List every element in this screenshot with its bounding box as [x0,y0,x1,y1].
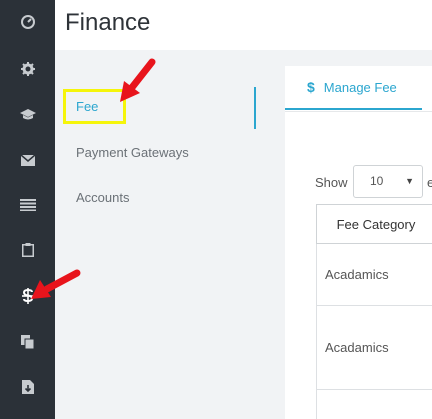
show-entries-label: Show [315,175,348,190]
table-row: Acadamics [316,243,432,306]
chevron-down-icon: ▼ [405,176,414,186]
tab-label: Manage Fee [323,79,397,95]
page-header: Finance [55,0,432,50]
sidebar-rail [0,0,55,419]
submenu-item-accounts[interactable]: Accounts [76,190,129,205]
table-cell: Acadamics [316,243,432,306]
page-title: Finance [65,9,151,36]
tab-manage-fee[interactable]: $ Manage Fee [285,66,422,110]
rail-item-lists[interactable] [0,185,55,225]
graduation-cap-icon [19,109,36,120]
fee-table: Fee Category Acadamics Acadamics [316,204,432,419]
annotation-arrow-fee [120,58,156,102]
submenu-active-indicator [254,87,256,129]
entries-label: e [427,175,432,190]
rail-item-messages[interactable] [0,140,55,180]
entries-length-value: 10 [370,174,384,188]
tabs-divider [285,111,432,112]
table-cell: Acadamics [316,305,432,390]
rail-item-documents[interactable] [0,322,55,362]
download-icon [21,380,34,394]
rail-item-reports[interactable] [0,230,55,270]
list-icon [19,199,36,211]
annotation-arrow-finance [31,269,81,299]
table-row [316,389,432,419]
rail-item-dashboard[interactable] [0,2,55,42]
table-row: Acadamics [316,305,432,390]
copy-icon [20,335,34,349]
clipboard-icon [21,243,34,257]
table-cell [316,389,432,419]
entries-length-select[interactable]: 10 ▼ [353,165,423,198]
gear-icon [20,62,35,76]
submenu-item-payment-gateways[interactable]: Payment Gateways [76,145,189,160]
dollar-icon: $ [307,79,315,95]
rail-item-downloads[interactable] [0,367,55,407]
rail-item-academics[interactable] [0,95,55,135]
rail-item-settings[interactable] [0,49,55,89]
dashboard-icon [20,15,35,29]
envelope-icon [20,154,35,166]
column-header-fee-category[interactable]: Fee Category [316,204,432,244]
